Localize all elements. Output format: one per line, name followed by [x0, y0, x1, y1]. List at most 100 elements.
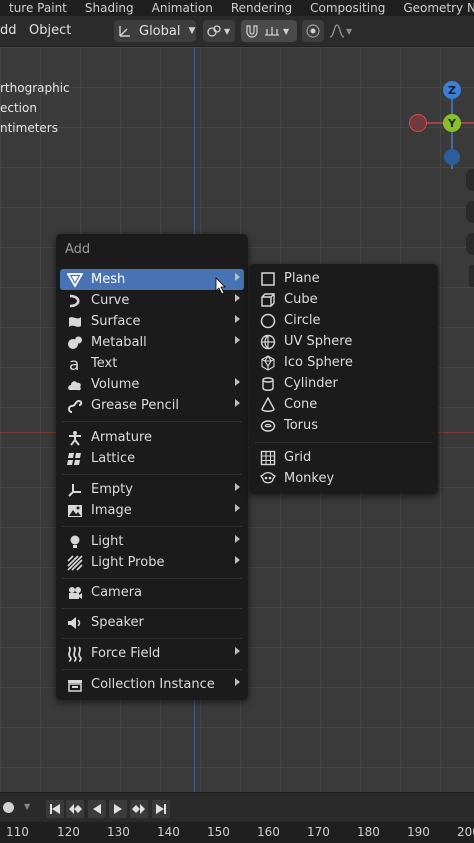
frame-label: 140: [157, 825, 180, 839]
ortho-toggle-button[interactable]: [469, 265, 474, 287]
uv-sphere-icon: [258, 332, 278, 352]
speaker-icon: [65, 613, 85, 633]
mesh-item-cone[interactable]: Cone: [253, 394, 434, 415]
falloff-dropdown[interactable]: ▼: [326, 20, 356, 42]
y-label: Y: [448, 116, 456, 130]
menu-item-label: Force Field: [91, 646, 161, 661]
torus-icon: [258, 416, 278, 436]
mesh-item-cube[interactable]: Cube: [253, 289, 434, 310]
tab-animation[interactable]: Animation: [143, 1, 222, 15]
mesh-item-cylinder[interactable]: Cylinder: [253, 373, 434, 394]
z-axis-negative-handle[interactable]: [444, 149, 460, 165]
menu-item-grease-pencil[interactable]: Grease Pencil: [60, 395, 244, 416]
collection-instance-icon: [65, 675, 85, 695]
tab-texture-paint[interactable]: ture Paint: [0, 1, 76, 15]
workspace-tabs: ture Paint Shading Animation Rendering C…: [0, 0, 474, 16]
menu-separator: [62, 578, 242, 579]
cylinder-icon: [258, 374, 278, 394]
tab-rendering[interactable]: Rendering: [222, 1, 301, 15]
menu-separator: [62, 608, 242, 609]
mesh-item-plane[interactable]: Plane: [253, 268, 434, 289]
menu-item-label: Image: [91, 503, 132, 518]
frame-label: 200: [457, 825, 474, 839]
proportional-edit-toggle[interactable]: [302, 20, 324, 42]
play-reverse-button[interactable]: [88, 800, 106, 818]
submenu-arrow-icon: [235, 483, 240, 491]
grease-pencil-icon: [65, 396, 85, 416]
ico-sphere-icon: [258, 353, 278, 373]
menu-item-armature[interactable]: Armature: [60, 427, 244, 448]
frame-label: 180: [357, 825, 380, 839]
menu-item-light[interactable]: Light: [60, 531, 244, 552]
cone-icon: [258, 395, 278, 415]
mesh-item-torus[interactable]: Torus: [253, 415, 434, 436]
jump-to-end-button[interactable]: [152, 800, 170, 818]
play-button[interactable]: [109, 800, 127, 818]
previous-keyframe-button[interactable]: [66, 800, 84, 818]
navigation-gizmo[interactable]: Z Y: [400, 77, 474, 169]
mesh-item-label: Cone: [284, 397, 318, 412]
proportional-edit-icon: [306, 24, 320, 38]
menu-item-surface[interactable]: Surface: [60, 311, 244, 332]
mesh-item-label: Monkey: [284, 471, 335, 486]
mesh-item-label: Torus: [284, 418, 319, 433]
chevron-down-icon[interactable]: ▼: [24, 802, 30, 811]
z-axis-handle[interactable]: Z: [443, 81, 461, 99]
menu-item-metaball[interactable]: Metaball: [60, 332, 244, 353]
object-menu-button[interactable]: Object: [29, 23, 71, 38]
next-keyframe-button[interactable]: [130, 800, 148, 818]
jump-to-start-button[interactable]: [46, 800, 64, 818]
orientation-dropdown[interactable]: Global ▼: [114, 20, 196, 42]
empty-icon: [65, 480, 85, 500]
menu-item-label: Surface: [91, 314, 141, 329]
submenu-arrow-icon: [235, 273, 240, 281]
jump-start-icon: [50, 804, 60, 814]
snap-controls[interactable]: ▼: [241, 20, 297, 42]
add-menu-button[interactable]: dd: [0, 23, 17, 38]
mesh-item-label: Circle: [284, 313, 321, 328]
menu-item-empty[interactable]: Empty: [60, 479, 244, 500]
mesh-item-circle[interactable]: Circle: [253, 310, 434, 331]
menu-item-collection-instance[interactable]: Collection Instance: [60, 674, 244, 695]
y-axis-handle[interactable]: Y: [443, 114, 461, 132]
mesh-item-monkey[interactable]: Monkey: [253, 468, 434, 489]
camera-view-button[interactable]: [466, 233, 474, 255]
menu-item-volume[interactable]: Volume: [60, 374, 244, 395]
x-axis-negative-handle[interactable]: [409, 114, 427, 132]
menu-separator: [62, 474, 242, 475]
menu-item-force-field[interactable]: Force Field: [60, 643, 244, 664]
mesh-item-grid[interactable]: Grid: [253, 447, 434, 468]
frame-label: 160: [257, 825, 280, 839]
pan-button[interactable]: [466, 201, 474, 223]
mesh-item-ico-sphere[interactable]: Ico Sphere: [253, 352, 434, 373]
pivot-icon: [207, 25, 221, 37]
frame-label: 110: [6, 825, 29, 839]
pivot-dropdown[interactable]: ▼: [203, 20, 235, 42]
menu-item-lattice[interactable]: Lattice: [60, 448, 244, 469]
tab-geometry-nodes[interactable]: Geometry Nodes: [394, 1, 474, 15]
menu-item-camera[interactable]: Camera: [60, 582, 244, 603]
mesh-item-uv-sphere[interactable]: UV Sphere: [253, 331, 434, 352]
camera-icon: [65, 583, 85, 603]
submenu-arrow-icon: [235, 336, 240, 344]
orientation-label: Global: [139, 23, 181, 39]
menu-item-label: Empty: [91, 482, 133, 497]
frame-label: 190: [407, 825, 430, 839]
menu-item-light-probe[interactable]: Light Probe: [60, 552, 244, 573]
menu-item-speaker[interactable]: Speaker: [60, 612, 244, 633]
tab-compositing[interactable]: Compositing: [301, 1, 394, 15]
chevron-down-icon: ▼: [224, 26, 231, 36]
zoom-button[interactable]: [466, 169, 474, 191]
tab-shading[interactable]: Shading: [76, 1, 143, 15]
falloff-curve-icon: [329, 24, 345, 38]
menu-item-image[interactable]: Image: [60, 500, 244, 521]
frame-ruler[interactable]: 110 120 130 140 150 160 170 180 190 200: [0, 822, 474, 843]
plane-icon: [258, 269, 278, 289]
menu-item-label: Collection Instance: [91, 677, 215, 692]
menu-item-label: Metaball: [91, 335, 147, 350]
menu-item-label: Speaker: [91, 615, 144, 630]
record-button[interactable]: [3, 802, 14, 813]
frame-label: 120: [57, 825, 80, 839]
frame-label: 130: [107, 825, 130, 839]
menu-item-text[interactable]: a Text: [60, 353, 244, 374]
